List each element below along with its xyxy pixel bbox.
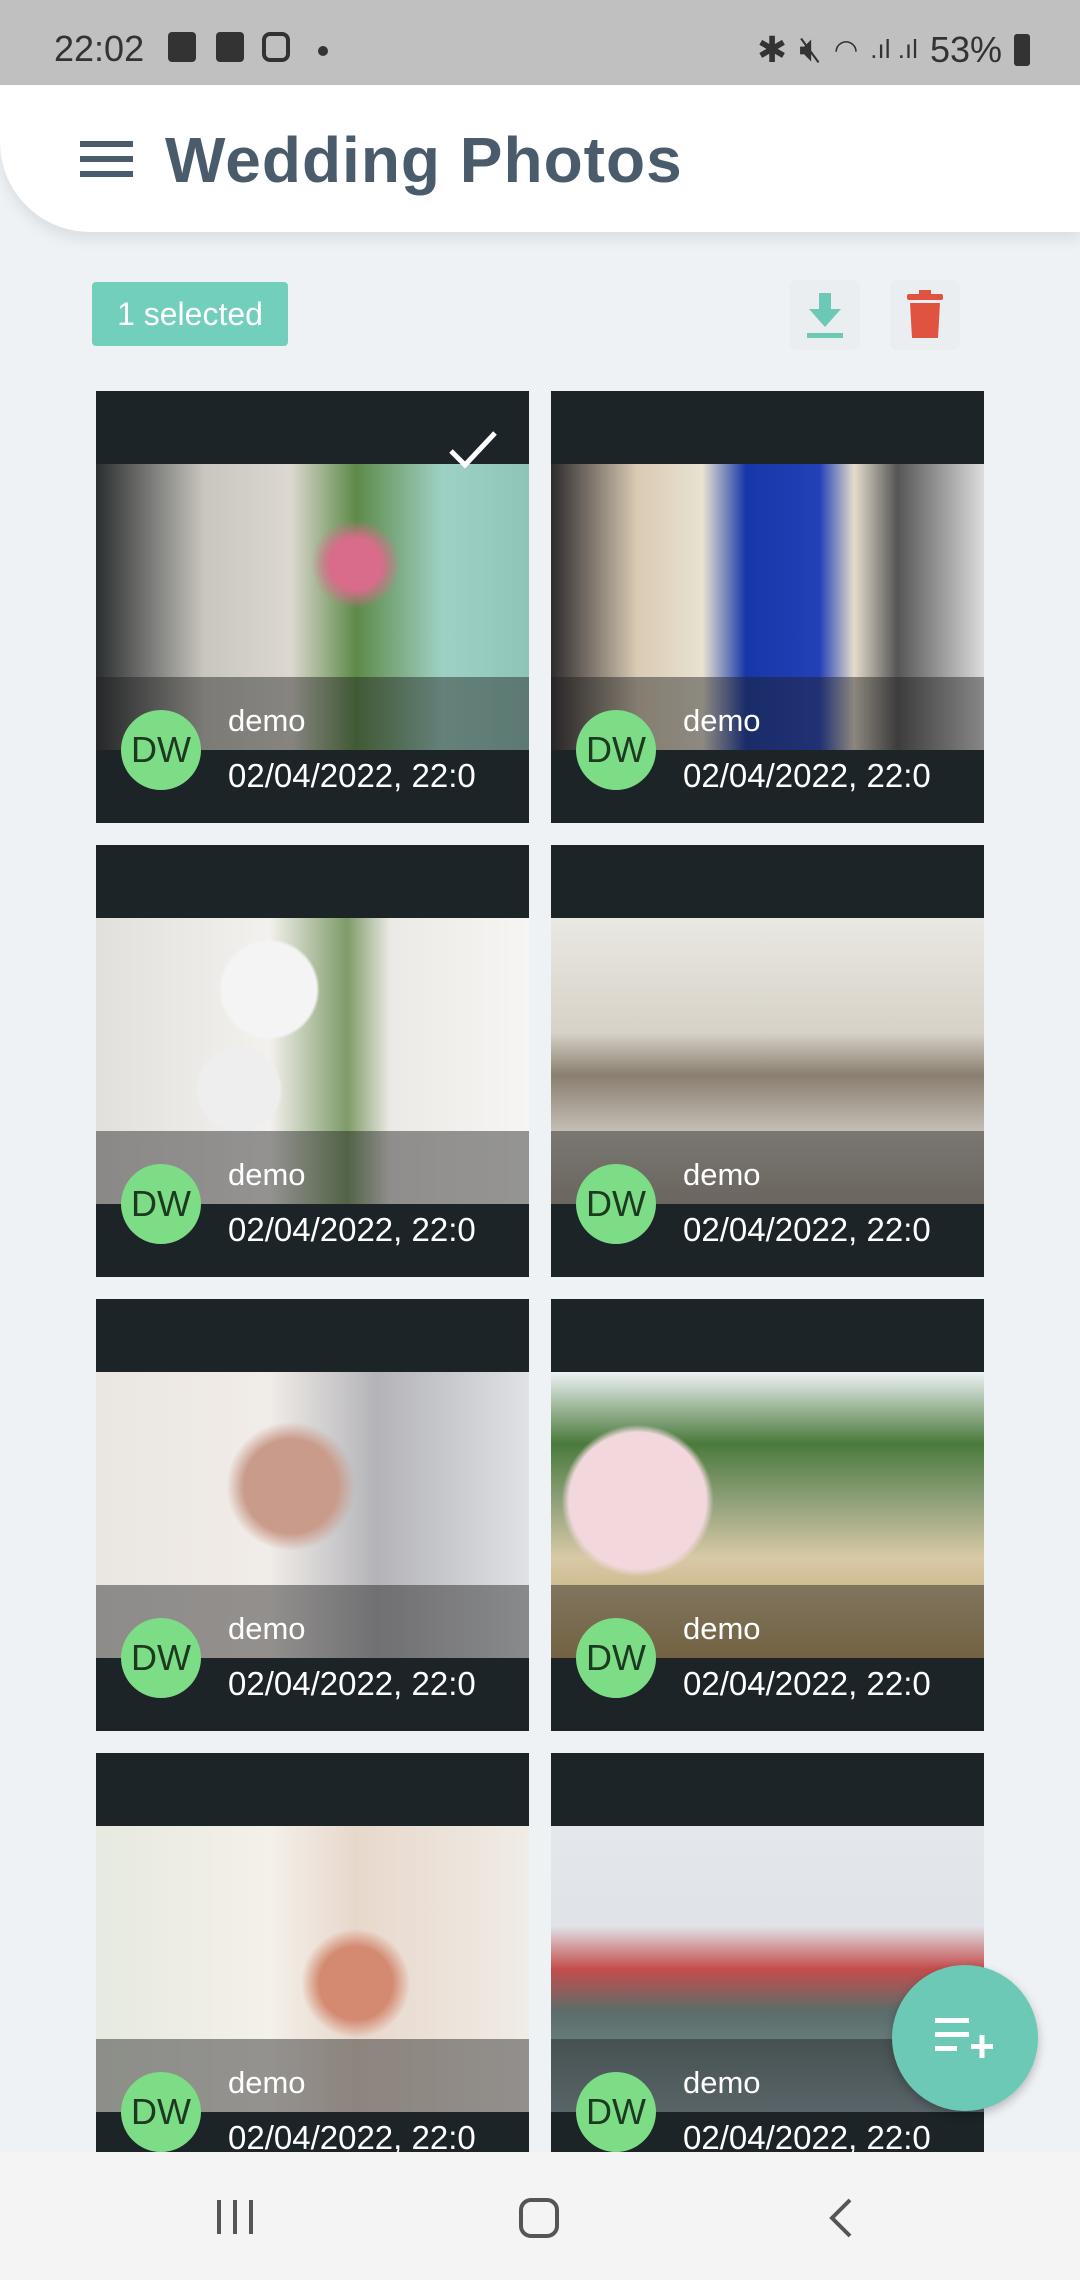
photo-uploader: demo	[683, 1611, 761, 1646]
photo-card[interactable]: DW demo 02/04/2022, 22:0	[96, 391, 529, 823]
photo-uploader: demo	[228, 1611, 306, 1646]
bluetooth-icon: ✱	[756, 28, 788, 70]
status-time: 22:02	[54, 28, 145, 69]
photo-date: 02/04/2022, 22:0	[228, 2119, 476, 2152]
photo-date: 02/04/2022, 22:0	[683, 1665, 931, 1702]
photo-card[interactable]: DW demo 02/04/2022, 22:0	[96, 1299, 529, 1731]
selection-count-badge: 1 selected	[92, 282, 288, 346]
download-icon	[807, 293, 843, 338]
add-to-playlist-fab[interactable]	[892, 1965, 1038, 2111]
notification-dot-icon	[318, 46, 328, 56]
battery-icon	[1014, 33, 1030, 66]
photo-date: 02/04/2022, 22:0	[228, 1665, 476, 1702]
photo-date: 02/04/2022, 22:0	[683, 757, 931, 794]
menu-icon[interactable]	[80, 141, 133, 177]
photo-card[interactable]: DW demo 02/04/2022, 22:0	[551, 391, 984, 823]
gallery-icon	[168, 32, 196, 62]
photo-uploader: demo	[683, 703, 761, 738]
photo-uploader: demo	[228, 2065, 306, 2100]
download-button[interactable]	[790, 280, 860, 350]
avatar: DW	[121, 1618, 201, 1698]
photo-uploader: demo	[228, 1157, 306, 1192]
recent-apps-icon[interactable]	[215, 2196, 257, 2236]
avatar: DW	[576, 1618, 656, 1698]
battery-text: 53%	[929, 28, 1002, 70]
avatar: DW	[576, 2072, 656, 2152]
app-header: Wedding Photos	[0, 85, 1080, 232]
mute-icon: 🔇︎	[799, 28, 822, 69]
wifi-icon: ◠	[833, 34, 859, 65]
delete-button[interactable]	[890, 280, 960, 350]
playlist-add-icon	[935, 2018, 993, 2058]
status-bar: 22:02 ✱ 🔇︎ ◠ .ıl .ıl 53%	[0, 0, 1080, 85]
avatar: DW	[121, 710, 201, 790]
checkmark-icon	[449, 431, 497, 469]
home-icon[interactable]	[517, 2196, 561, 2240]
photo-date: 02/04/2022, 22:0	[228, 757, 476, 794]
photo-uploader: demo	[683, 2065, 761, 2100]
photo-card[interactable]: DW demo 02/04/2022, 22:0	[96, 1753, 529, 2152]
photo-date: 02/04/2022, 22:0	[683, 2119, 931, 2152]
photo-date: 02/04/2022, 22:0	[683, 1211, 931, 1248]
instagram-icon	[262, 32, 290, 62]
photo-card[interactable]: DW demo 02/04/2022, 22:0	[551, 1299, 984, 1731]
avatar: DW	[121, 2072, 201, 2152]
clock-icon	[216, 32, 244, 62]
photo-uploader: demo	[683, 1157, 761, 1192]
avatar: DW	[576, 710, 656, 790]
avatar: DW	[121, 1164, 201, 1244]
trash-icon	[907, 290, 943, 338]
page-title: Wedding Photos	[165, 124, 683, 196]
avatar: DW	[576, 1164, 656, 1244]
photo-date: 02/04/2022, 22:0	[228, 1211, 476, 1248]
back-icon[interactable]	[826, 2196, 856, 2240]
signal-icon: .ıl .ıl	[870, 34, 918, 64]
photo-card[interactable]: DW demo 02/04/2022, 22:0	[96, 845, 529, 1277]
system-nav-bar	[0, 2152, 1080, 2280]
photo-card[interactable]: DW demo 02/04/2022, 22:0	[551, 845, 984, 1277]
photo-uploader: demo	[228, 703, 306, 738]
